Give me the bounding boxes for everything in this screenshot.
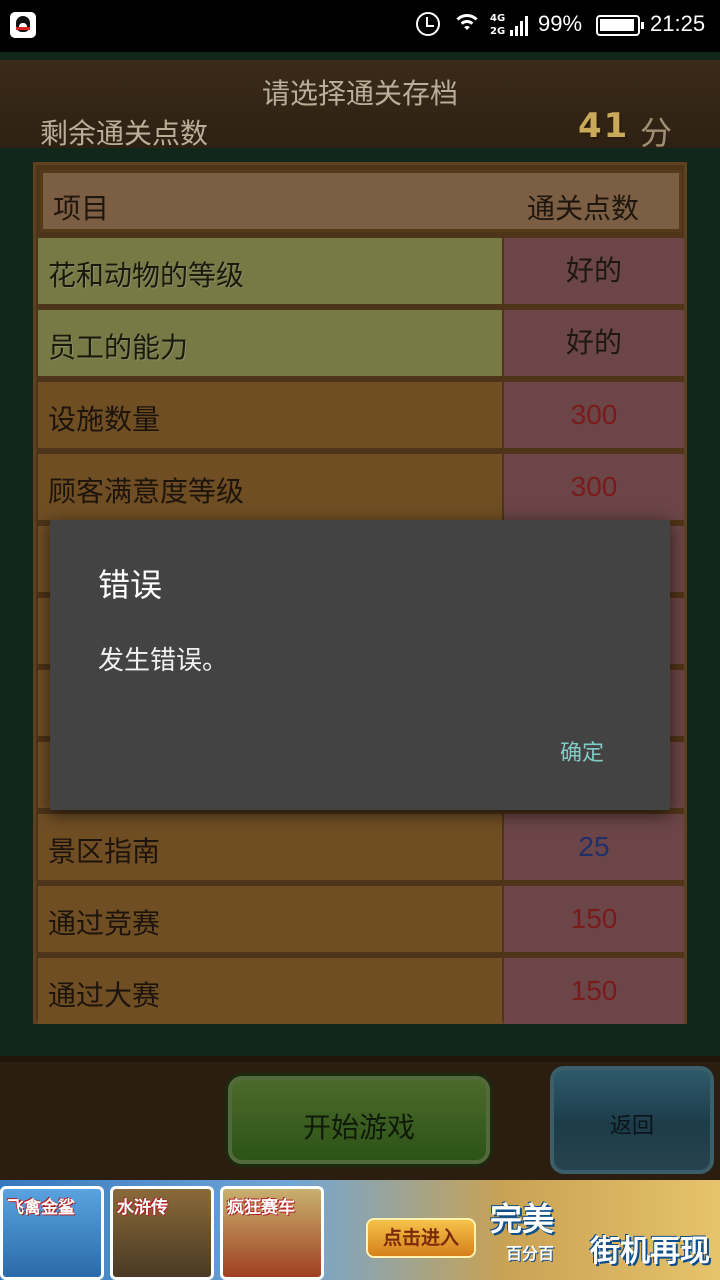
battery-icon <box>596 15 644 36</box>
row-item-label: 通过大赛 <box>48 979 161 1012</box>
ad-card: 水浒传 <box>110 1186 214 1280</box>
ad-card: 飞禽金鲨 <box>0 1186 104 1280</box>
row-item-cell: 景区指南 <box>38 814 502 880</box>
ad-slogan: 完美 <box>490 1200 555 1238</box>
points-value: 41 <box>578 106 630 146</box>
column-points: 通关点数 <box>526 192 639 225</box>
ad-card: 疯狂赛车 <box>220 1186 324 1280</box>
ad-banner[interactable]: 飞禽金鲨 水浒传 疯狂赛车 点击进入 完美 百分百 街机再现 <box>0 1180 720 1280</box>
table-row: 顾客满意度等级 300 <box>38 454 684 520</box>
table-row: 通过大赛 150 <box>38 958 684 1024</box>
row-item-label: 景区指南 <box>48 835 161 868</box>
row-item-cell: 通过竞赛 <box>38 886 502 952</box>
back-label: 返回 <box>609 1114 654 1139</box>
row-points-value: 150 <box>504 958 684 1024</box>
table-row: 花和动物的等级 好的 <box>38 238 684 304</box>
table-row: 员工的能力 好的 <box>38 310 684 376</box>
bottom-bar: 开始游戏 返回 <box>0 1056 720 1180</box>
row-points-value: 150 <box>504 886 684 952</box>
table-row: 设施数量 300 <box>38 382 684 448</box>
ad-slogan: 街机再现 <box>590 1234 710 1269</box>
row-item-cell: 花和动物的等级 <box>38 238 502 304</box>
back-button[interactable]: 返回 <box>550 1066 714 1174</box>
status-bar: 4G 2G 99% 21:25 <box>0 0 720 52</box>
battery-percent: 99% <box>538 11 583 36</box>
wifi-icon <box>452 12 482 38</box>
dialog-title: 错误 <box>98 566 163 604</box>
row-points-value: 25 <box>504 814 684 880</box>
signal-icon <box>510 14 530 36</box>
row-item-cell: 通过大赛 <box>38 958 502 1024</box>
error-dialog: 错误 发生错误。 确定 <box>50 520 670 810</box>
row-item-label: 员工的能力 <box>48 331 189 364</box>
row-item-label: 花和动物的等级 <box>48 259 245 292</box>
row-item-label: 顾客满意度等级 <box>48 475 245 508</box>
start-game-button[interactable]: 开始游戏 <box>228 1076 490 1164</box>
dialog-message: 发生错误。 <box>98 646 229 676</box>
row-points-value: 好的 <box>504 238 684 304</box>
table-row: 景区指南 25 <box>38 814 684 880</box>
qq-icon <box>10 12 36 38</box>
header: 请选择通关存档 剩余通关点数 41 分 <box>0 60 720 152</box>
row-points-value: 300 <box>504 382 684 448</box>
points-label: 剩余通关点数 <box>40 117 209 150</box>
points-unit: 分 <box>640 114 673 152</box>
row-item-cell: 员工的能力 <box>38 310 502 376</box>
row-item-label: 设施数量 <box>48 403 161 436</box>
ad-slogan: 百分百 <box>506 1244 555 1263</box>
network-type: 4G 2G <box>490 13 506 37</box>
row-points-value: 好的 <box>504 310 684 376</box>
row-item-cell: 顾客满意度等级 <box>38 454 502 520</box>
ad-cta-button[interactable]: 点击进入 <box>366 1218 476 1258</box>
alarm-icon <box>416 12 440 36</box>
column-item: 项目 <box>53 192 110 225</box>
clock: 21:25 <box>650 11 706 36</box>
row-points-value: 300 <box>504 454 684 520</box>
ok-button[interactable]: 确定 <box>540 730 624 778</box>
start-game-label: 开始游戏 <box>302 1111 415 1144</box>
table-row: 通过竞赛 150 <box>38 886 684 952</box>
row-item-label: 通过竞赛 <box>48 907 161 940</box>
row-item-cell: 设施数量 <box>38 382 502 448</box>
table-header: 项目 通关点数 <box>40 170 682 232</box>
